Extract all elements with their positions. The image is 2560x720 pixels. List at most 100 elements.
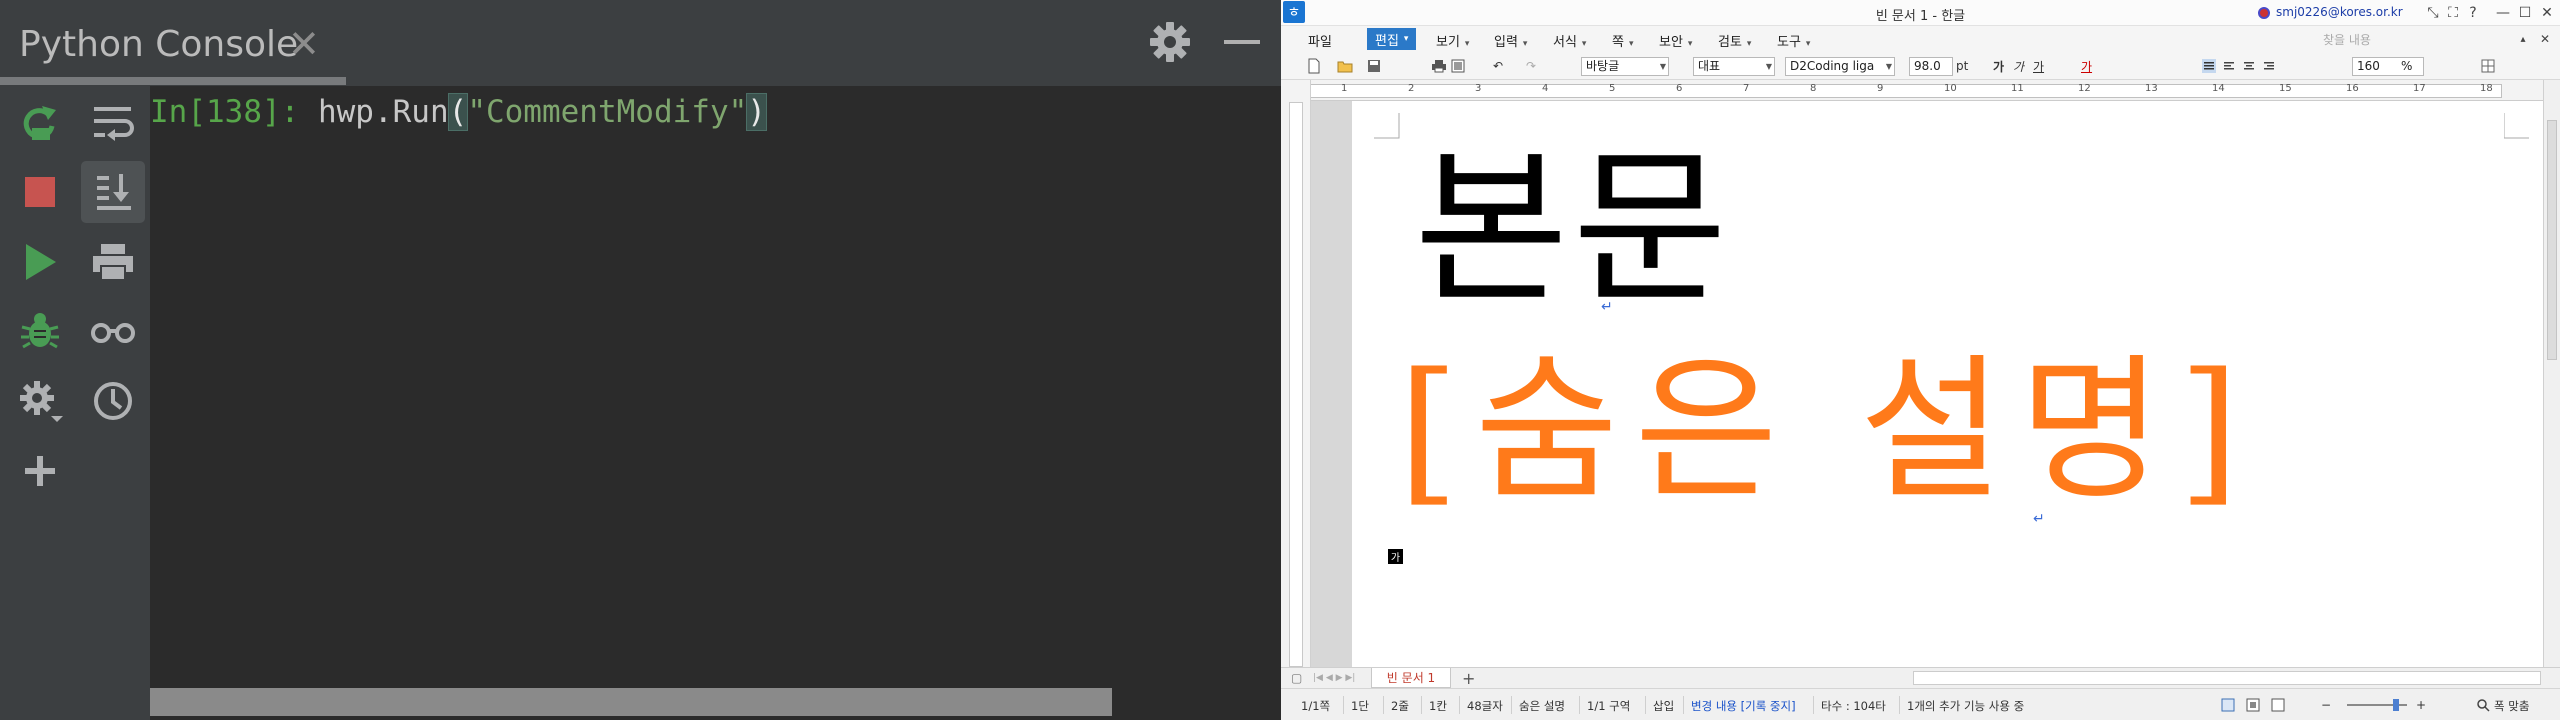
vertical-scrollbar[interactable] xyxy=(2543,80,2560,670)
console-tab[interactable]: Python Console ✕ xyxy=(0,0,346,86)
align-justify-icon[interactable] xyxy=(2202,56,2216,76)
settings-icon[interactable] xyxy=(8,370,72,432)
vertical-ruler-track xyxy=(1289,102,1303,667)
status-sep xyxy=(1421,696,1422,714)
menu-file-label: 파일 xyxy=(1308,35,1332,50)
menu-view[interactable]: 보기 ▾ xyxy=(1436,31,1469,50)
user-account[interactable]: smj0226@kores.or.kr xyxy=(2276,5,2403,19)
menu-security[interactable]: 보안 ▾ xyxy=(1659,31,1692,50)
view-web-icon[interactable] xyxy=(2271,695,2285,715)
add-icon[interactable] xyxy=(8,440,72,502)
style-value: 바탕글 xyxy=(1586,59,1620,73)
status-sep xyxy=(1383,696,1384,714)
ribbon-close-icon[interactable]: ✕ xyxy=(2533,28,2557,50)
ruler-track xyxy=(1304,84,2502,98)
search-field[interactable]: 찾을 내용 xyxy=(2323,31,2371,48)
style-select[interactable]: 바탕글 ▼ xyxy=(1581,57,1669,76)
debug-icon[interactable] xyxy=(8,300,72,362)
tab-nav-arrows[interactable]: |◀ ◀ ▶ ▶| xyxy=(1313,668,1355,688)
ruler-number: 6 xyxy=(1676,83,1683,94)
zoom-icon[interactable] xyxy=(2476,695,2490,715)
align-right-icon[interactable] xyxy=(2262,56,2276,76)
print-icon[interactable] xyxy=(81,231,145,293)
status-addons[interactable]: 1개의 추가 기능 사용 중 xyxy=(1907,698,2024,714)
hidden-comment-text: [숨은 설명] xyxy=(1398,339,2256,521)
preview-icon[interactable] xyxy=(1451,56,1465,76)
code-call: hwp.Run xyxy=(317,94,449,130)
close-icon[interactable]: ✕ xyxy=(288,22,320,66)
status-sep xyxy=(1511,696,1512,714)
status-page[interactable]: 1/1쪽 xyxy=(1301,698,1330,714)
ruler-number: 3 xyxy=(1475,83,1482,94)
menu-edit[interactable]: 편집 ▾ xyxy=(1367,28,1417,50)
close-button[interactable]: ✕ xyxy=(2535,2,2559,24)
menu-page[interactable]: 쪽 ▾ xyxy=(1612,31,1634,50)
table-icon[interactable] xyxy=(2481,56,2495,76)
zoom-in-icon[interactable]: + xyxy=(2416,695,2426,715)
redo-icon[interactable]: ↷ xyxy=(1526,56,1536,76)
vertical-scroll-thumb[interactable] xyxy=(2547,120,2557,360)
console-toolbar xyxy=(0,86,150,720)
crop-mark-top-right xyxy=(2504,113,2529,139)
soft-wrap-icon[interactable] xyxy=(81,92,145,154)
document-tab[interactable]: 빈 문서 1 xyxy=(1371,668,1451,688)
horizontal-ruler[interactable]: 1 2 3 4 5 6 7 8 9 10 11 12 13 14 15 16 17 18 xyxy=(1295,80,2543,101)
font-select[interactable]: D2Coding liga ▼ xyxy=(1785,57,1895,76)
rerun-icon[interactable] xyxy=(8,93,72,155)
document-area[interactable]: 본문 ↵ [숨은 설명] ↵ 가 xyxy=(1311,101,2550,667)
horizontal-scroll-thumb[interactable] xyxy=(150,688,1112,716)
minimize-button[interactable]: — xyxy=(2491,2,2515,24)
new-doc-icon[interactable] xyxy=(1307,56,1321,76)
zoom-out-icon[interactable]: − xyxy=(2321,695,2331,715)
maximize-button[interactable]: ☐ xyxy=(2513,2,2537,24)
ruler-number: 10 xyxy=(1944,83,1957,94)
bold-button[interactable]: 가 xyxy=(1993,56,2004,76)
font-language-select[interactable]: 대표 ▼ xyxy=(1693,57,1775,76)
crop-mark-top-left xyxy=(1374,113,1400,139)
underline-button[interactable]: 가 xyxy=(2033,56,2044,76)
undo-icon[interactable]: ↶ xyxy=(1493,56,1503,76)
font-size-input[interactable]: 98.0 xyxy=(1909,57,1953,76)
zoom-fit-width[interactable]: 폭 맞춤 xyxy=(2494,698,2529,714)
menu-review[interactable]: 검토 ▾ xyxy=(1718,31,1751,50)
zoom-slider-thumb[interactable] xyxy=(2393,699,2399,711)
menu-format[interactable]: 서식 ▾ xyxy=(1553,31,1586,50)
status-insert-mode[interactable]: 삽입 xyxy=(1653,698,1674,714)
console-header: Python Console ✕ xyxy=(0,0,1281,86)
open-folder-icon[interactable] xyxy=(1337,56,1353,76)
horizontal-scrollbar[interactable] xyxy=(150,686,1281,720)
status-track-changes[interactable]: 변경 내용 [기록 중지] xyxy=(1691,698,1796,714)
hidden-comment-marker[interactable]: 가 xyxy=(1388,549,1403,564)
save-icon[interactable] xyxy=(1367,56,1381,76)
print-doc-icon[interactable] xyxy=(1431,56,1447,76)
italic-button[interactable]: 가 xyxy=(2013,56,2024,76)
menu-insert[interactable]: 입력 ▾ xyxy=(1494,31,1527,50)
status-sep xyxy=(1813,696,1814,714)
gear-icon[interactable] xyxy=(1148,20,1192,64)
string-argument: "CommentModify" xyxy=(467,94,748,130)
line-spacing-input[interactable]: 160% xyxy=(2352,57,2424,76)
scroll-to-end-icon[interactable] xyxy=(81,161,145,223)
add-tab-button[interactable]: + xyxy=(1462,669,1475,688)
align-left-icon[interactable] xyxy=(2222,56,2236,76)
tab-list-icon[interactable]: ▢ xyxy=(1291,668,1302,688)
view-page-icon[interactable] xyxy=(2246,695,2260,715)
vertical-ruler[interactable] xyxy=(1281,80,1311,670)
view-normal-icon[interactable] xyxy=(2221,695,2235,715)
hwp-window: ㅎ 빈 문서 1 - 한글 smj0226@kores.or.kr ⤡ ⛶ ? … xyxy=(1281,0,2560,720)
stop-icon[interactable] xyxy=(8,161,72,223)
minimize-icon[interactable] xyxy=(1224,40,1260,44)
align-center-icon[interactable] xyxy=(2242,56,2256,76)
font-color-button[interactable]: 가 xyxy=(2081,56,2092,76)
ruler-number: 5 xyxy=(1609,83,1616,94)
console-output[interactable]: In[138]: hwp.Run("CommentModify") xyxy=(150,86,1281,720)
ribbon-collapse-icon[interactable]: ▴ xyxy=(2511,28,2535,50)
menu-tools[interactable]: 도구 ▾ xyxy=(1777,31,1810,50)
help-icon[interactable]: ? xyxy=(2461,2,2485,24)
glasses-icon[interactable] xyxy=(81,300,145,362)
run-icon[interactable] xyxy=(8,231,72,293)
menu-file[interactable]: 파일 xyxy=(1308,31,1332,50)
document-horizontal-scrollbar[interactable] xyxy=(1913,671,2541,685)
document-page[interactable]: 본문 ↵ [숨은 설명] ↵ 가 xyxy=(1352,101,2550,667)
history-icon[interactable] xyxy=(81,370,145,432)
